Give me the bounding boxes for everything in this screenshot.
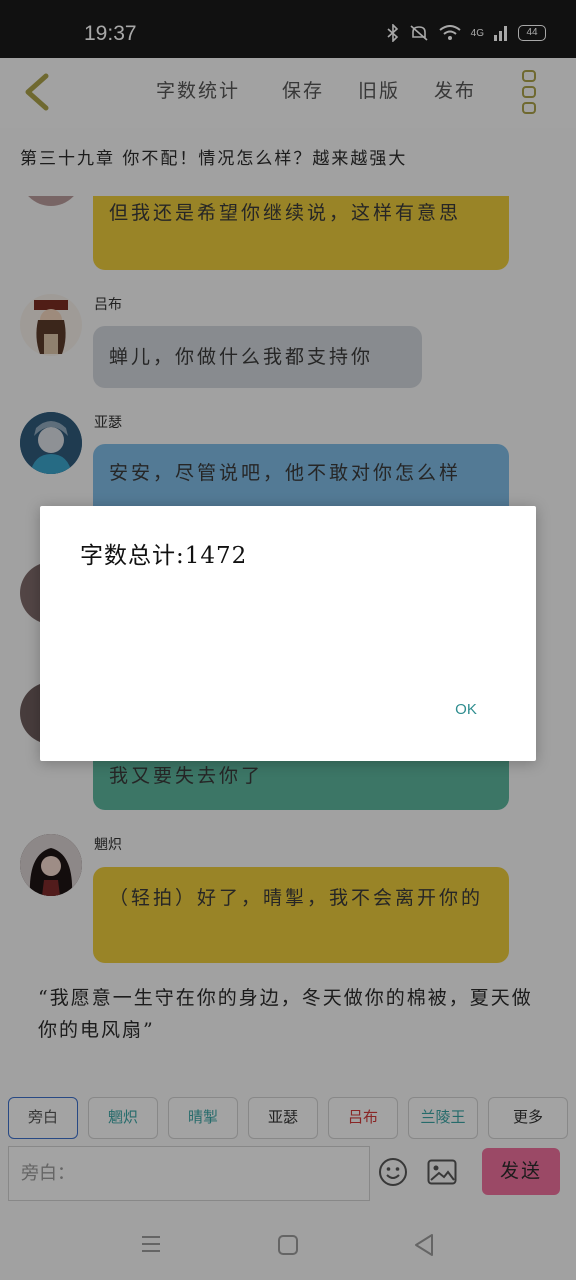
- word-count-dialog: 字数总计:1472 OK: [40, 506, 536, 761]
- dialog-message: 字数总计:1472: [80, 543, 248, 569]
- ok-button[interactable]: OK: [446, 694, 486, 726]
